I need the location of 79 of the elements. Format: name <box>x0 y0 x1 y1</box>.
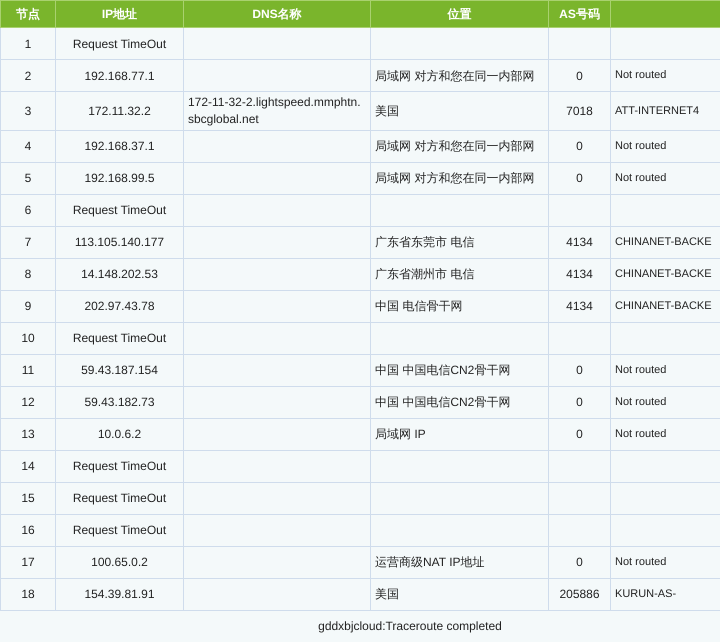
table-cell: 2 <box>0 60 56 92</box>
table-cell: 0 <box>548 60 610 92</box>
table-cell: 10.0.6.2 <box>56 418 184 450</box>
table-cell: Request TimeOut <box>56 482 184 514</box>
table-cell: Request TimeOut <box>56 28 184 60</box>
column-header: AS号码 <box>548 0 610 28</box>
table-cell: Request TimeOut <box>56 194 184 226</box>
table-cell: 154.39.81.91 <box>56 578 184 610</box>
table-cell: 0 <box>548 162 610 194</box>
table-cell: 广东省东莞市 电信 <box>370 226 548 258</box>
table-cell: 4134 <box>548 290 610 322</box>
table-cell: 59.43.187.154 <box>56 354 184 386</box>
table-cell: 16 <box>0 514 56 546</box>
table-cell: Not routed <box>610 130 720 162</box>
table-cell: 15 <box>0 482 56 514</box>
column-header: IP地址 <box>56 0 184 28</box>
table-cell: Request TimeOut <box>56 514 184 546</box>
table-cell: 100.65.0.2 <box>56 546 184 578</box>
table-cell: Request TimeOut <box>56 322 184 354</box>
table-cell: 局域网 对方和您在同一内部网 <box>370 60 548 92</box>
table-cell: 12 <box>0 386 56 418</box>
table-cell: 4 <box>0 130 56 162</box>
table-cell: 172-11-32-2.lightspeed.mmphtn.sbcglobal.net <box>184 92 370 130</box>
table-cell: 13 <box>0 418 56 450</box>
table-cell: 0 <box>548 354 610 386</box>
table-cell: 局域网 IP <box>370 418 548 450</box>
table-cell: 中国 中国电信CN2骨干网 <box>370 386 548 418</box>
table-cell: Not routed <box>610 386 720 418</box>
table-cell: CHINANET-BACKE <box>610 226 720 258</box>
table-cell: Not routed <box>610 60 720 92</box>
table-cell: 中国 电信骨干网 <box>370 290 548 322</box>
table-cell: ATT-INTERNET4 <box>610 92 720 130</box>
table-cell: Request TimeOut <box>56 450 184 482</box>
table-cell: 10 <box>0 322 56 354</box>
table-cell: 192.168.77.1 <box>56 60 184 92</box>
table-cell: 3 <box>0 92 56 130</box>
status-text: gddxbjcloud:Traceroute completed <box>317 618 503 635</box>
table-cell: 广东省潮州市 电信 <box>370 258 548 290</box>
table-cell: 8 <box>0 258 56 290</box>
table-cell: 5 <box>0 162 56 194</box>
table-cell: 172.11.32.2 <box>56 92 184 130</box>
table-cell: 中国 中国电信CN2骨干网 <box>370 354 548 386</box>
table-cell: 4134 <box>548 258 610 290</box>
table-cell: 205886 <box>548 578 610 610</box>
table-cell: Not routed <box>610 546 720 578</box>
table-cell: Not routed <box>610 354 720 386</box>
table-cell: 7018 <box>548 92 610 130</box>
table-cell: 0 <box>548 418 610 450</box>
table-cell: 美国 <box>370 578 548 610</box>
column-header: 节点 <box>0 0 56 28</box>
table-cell: 202.97.43.78 <box>56 290 184 322</box>
table-cell: 192.168.99.5 <box>56 162 184 194</box>
table-cell: 局域网 对方和您在同一内部网 <box>370 162 548 194</box>
table-cell: CHINANET-BACKE <box>610 290 720 322</box>
table-cell: 美国 <box>370 92 548 130</box>
table-cell: 0 <box>548 546 610 578</box>
table-cell: Not routed <box>610 418 720 450</box>
table-cell: 局域网 对方和您在同一内部网 <box>370 130 548 162</box>
table-cell: 9 <box>0 290 56 322</box>
table-cell: 11 <box>0 354 56 386</box>
table-cell: 14.148.202.53 <box>56 258 184 290</box>
table-cell: 0 <box>548 386 610 418</box>
table-cell: 0 <box>548 130 610 162</box>
table-cell: 14 <box>0 450 56 482</box>
column-header: 位置 <box>370 0 548 28</box>
column-header: DNS名称 <box>184 0 370 28</box>
table-cell: 18 <box>0 578 56 610</box>
table-cell: 192.168.37.1 <box>56 130 184 162</box>
table-cell: 113.105.140.177 <box>56 226 184 258</box>
table-cell: 运营商级NAT IP地址 <box>370 546 548 578</box>
table-cell: 7 <box>0 226 56 258</box>
table-cell: Not routed <box>610 162 720 194</box>
table-cell: 59.43.182.73 <box>56 386 184 418</box>
table-cell: 6 <box>0 194 56 226</box>
table-cell: CHINANET-BACKE <box>610 258 720 290</box>
table-cell: KURUN-AS- <box>610 578 720 610</box>
table-cell: 4134 <box>548 226 610 258</box>
table-cell: 17 <box>0 546 56 578</box>
table-cell: 1 <box>0 28 56 60</box>
